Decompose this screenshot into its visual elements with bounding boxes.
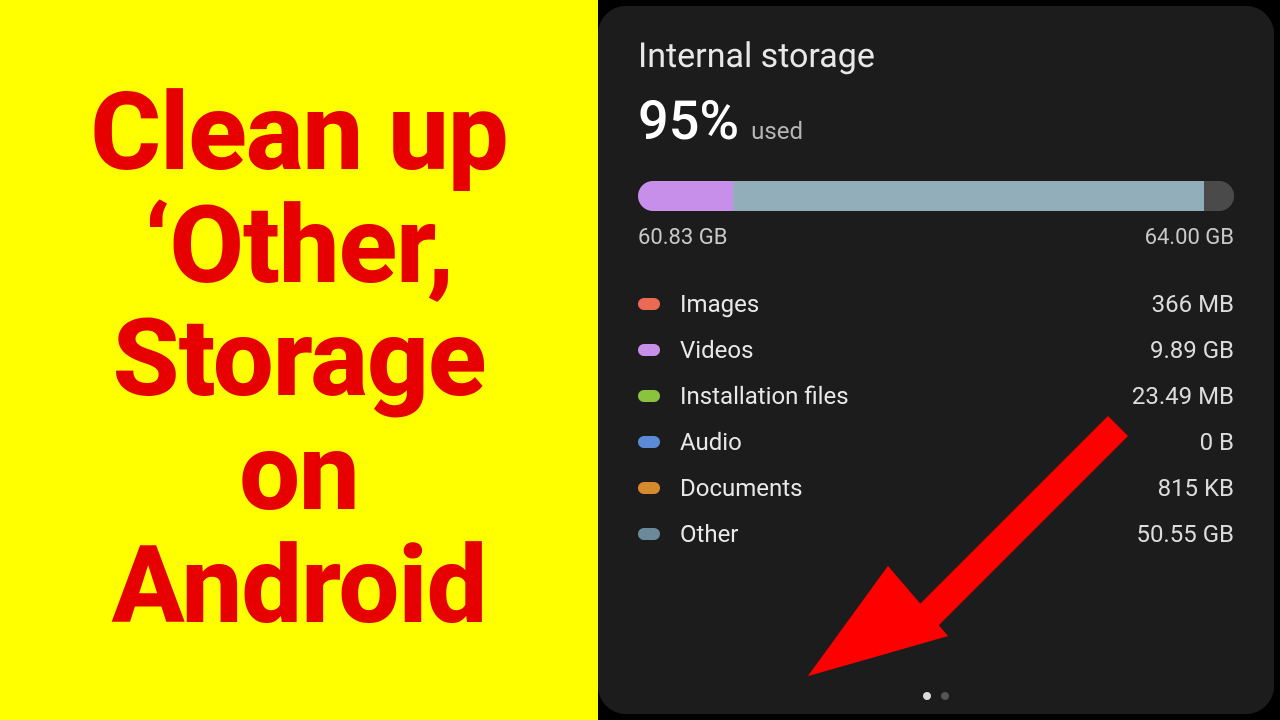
category-name: Other <box>680 520 1136 548</box>
category-row-audio[interactable]: Audio0 B <box>638 428 1234 456</box>
category-row-other[interactable]: Other50.55 GB <box>638 520 1234 548</box>
used-label: used <box>751 117 803 145</box>
category-size: 9.89 GB <box>1150 336 1234 364</box>
category-size: 23.49 MB <box>1132 382 1234 410</box>
arrow-head-fill <box>808 566 948 676</box>
category-dot-icon <box>638 436 660 448</box>
percent-row: 95% used <box>638 90 1234 153</box>
storage-bar[interactable] <box>638 181 1234 211</box>
pager-dot[interactable] <box>923 692 931 700</box>
category-dot-icon <box>638 528 660 540</box>
category-size: 815 KB <box>1158 474 1234 502</box>
used-amount: 60.83 GB <box>638 225 727 250</box>
pager[interactable] <box>598 692 1274 700</box>
category-size: 0 B <box>1200 428 1234 456</box>
storage-title: Internal storage <box>638 36 1234 76</box>
banner-line-2: ‘Other, <box>144 190 453 303</box>
category-name: Images <box>680 290 1152 318</box>
category-dot-icon <box>638 390 660 402</box>
category-dot-icon <box>638 298 660 310</box>
category-name: Documents <box>680 474 1158 502</box>
bar-segment-free <box>1204 181 1234 211</box>
bar-labels: 60.83 GB 64.00 GB <box>638 225 1234 250</box>
category-size: 366 MB <box>1152 290 1234 318</box>
bar-segment-main <box>733 181 1204 211</box>
bar-segment-videos <box>638 181 733 211</box>
category-size: 50.55 GB <box>1136 520 1234 548</box>
category-dot-icon <box>638 482 660 494</box>
category-name: Videos <box>680 336 1150 364</box>
banner-line-5: Android <box>112 530 487 643</box>
banner-line-4: on <box>239 417 359 530</box>
thumbnail-banner: Clean up ‘Other, Storage on Android <box>0 0 598 720</box>
category-dot-icon <box>638 344 660 356</box>
percent-value: 95% <box>638 90 739 153</box>
banner-line-3: Storage <box>113 303 486 416</box>
category-row-documents[interactable]: Documents815 KB <box>638 474 1234 502</box>
category-name: Installation files <box>680 382 1132 410</box>
arrow-head <box>808 566 948 676</box>
storage-panel: Internal storage 95% used 60.83 GB 64.00… <box>598 6 1274 714</box>
pager-dot[interactable] <box>941 692 949 700</box>
category-row-installation-files[interactable]: Installation files23.49 MB <box>638 382 1234 410</box>
category-name: Audio <box>680 428 1200 456</box>
category-row-videos[interactable]: Videos9.89 GB <box>638 336 1234 364</box>
total-amount: 64.00 GB <box>1145 225 1234 250</box>
category-list: Images366 MBVideos9.89 GBInstallation fi… <box>638 290 1234 548</box>
category-row-images[interactable]: Images366 MB <box>638 290 1234 318</box>
banner-line-1: Clean up <box>90 77 507 190</box>
